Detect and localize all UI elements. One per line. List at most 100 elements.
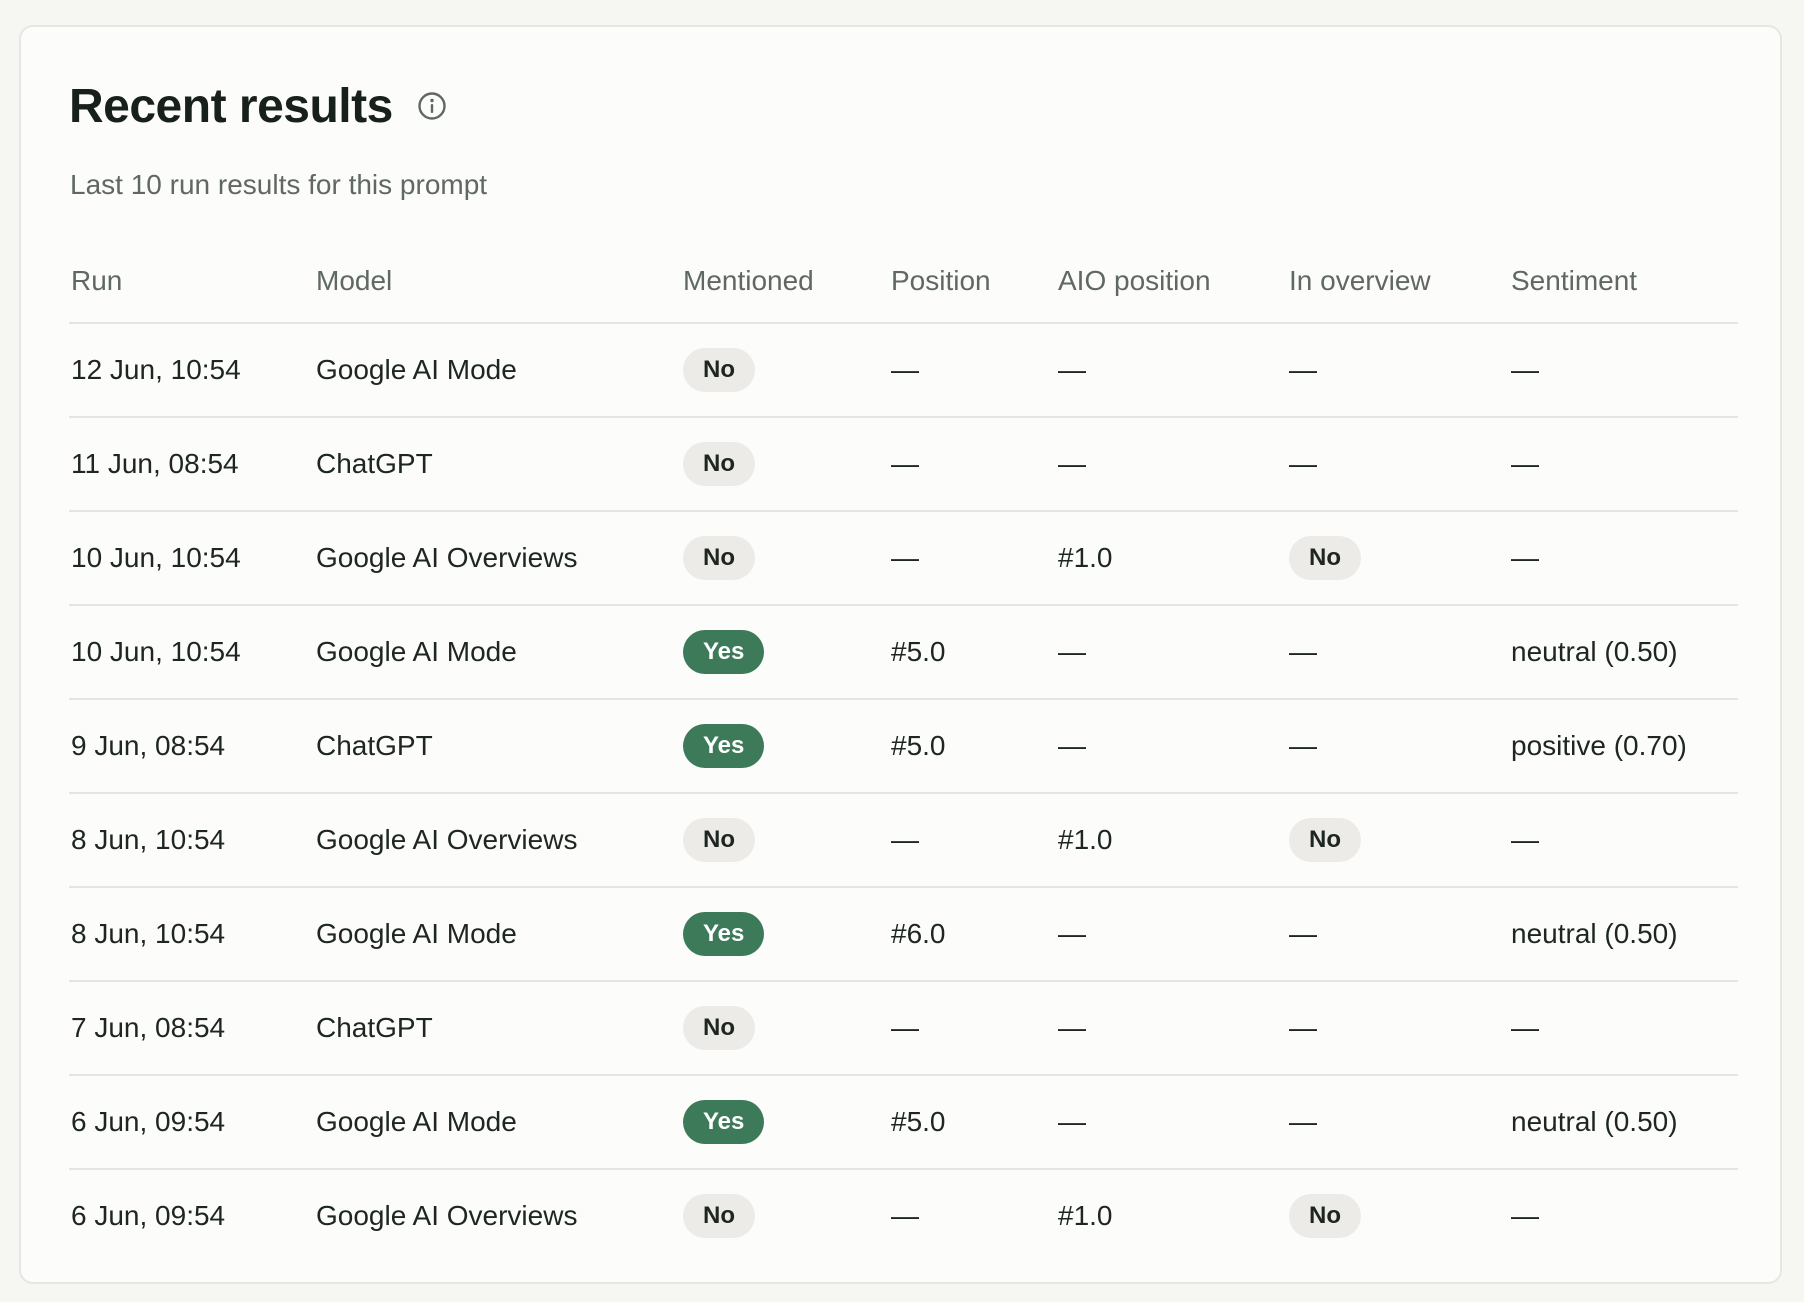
table-row[interactable]: 9 Jun, 08:54 ChatGPT Yes #5.0— — positive (0.… [69, 699, 1738, 794]
position-cell: — [889, 981, 1056, 1076]
in-overview-badge: No [1289, 1194, 1361, 1238]
aio-position-cell: — [1056, 323, 1287, 418]
aio-position-cell: #1.0 [1056, 793, 1287, 888]
in-overview-cell: — [1287, 981, 1509, 1076]
sentiment-cell: — [1509, 511, 1738, 606]
mentioned-cell: Yes [681, 887, 889, 982]
position-cell: — [891, 1200, 919, 1231]
in-overview-cell: — [1287, 887, 1509, 982]
column-header-aio-position[interactable]: AIO position [1056, 239, 1287, 324]
model-cell: Google AI Mode [314, 605, 681, 700]
in-overview-cell: — [1287, 417, 1509, 512]
column-header-run[interactable]: Run [69, 239, 314, 324]
info-icon[interactable] [417, 91, 447, 121]
card-subtitle: Last 10 run results for this prompt [70, 169, 488, 200]
aio-position-cell: — [1056, 981, 1287, 1076]
mentioned-cell: Yes [681, 699, 889, 794]
in-overview-cell: No [1287, 793, 1509, 888]
column-header-sentiment[interactable]: Sentiment [1509, 239, 1738, 324]
in-overview-cell: No [1287, 1169, 1509, 1262]
model-cell: Google AI Overviews [314, 793, 681, 888]
in-overview-cell: — [1287, 323, 1509, 418]
sentiment-cell: positive (0.70) [1509, 699, 1738, 794]
mentioned-cell: Yes [681, 1075, 889, 1170]
aio-position-cell: — [1056, 1075, 1287, 1170]
mentioned-cell: No [681, 417, 889, 512]
mentioned-cell: No [681, 323, 889, 418]
table-row[interactable]: 10 Jun, 10:54 Google AI Overviews No — #1.0 N… [69, 511, 1738, 606]
run-cell: 10 Jun, 10:54 [69, 511, 314, 606]
model-cell: Google AI Mode [314, 323, 681, 418]
table-row[interactable]: 10 Jun, 10:54 Google AI Mode Yes #5.0— — neut… [69, 605, 1738, 700]
run-cell: 8 Jun, 10:54 [69, 793, 314, 888]
position-cell: — [889, 793, 1056, 888]
mentioned-badge: Yes [683, 1100, 765, 1144]
table-row[interactable]: 7 Jun, 08:54 ChatGPT No — — — — [69, 981, 1738, 1076]
position-cell: — [889, 511, 1056, 606]
mentioned-badge: No [683, 442, 755, 486]
run-cell: 9 Jun, 08:54 [69, 699, 314, 794]
in-overview-cell: — [1287, 605, 1509, 700]
table-row[interactable]: 8 Jun, 10:54 Google AI Mode Yes #6.0— — neutr… [69, 887, 1738, 982]
run-cell: 12 Jun, 10:54 [69, 323, 314, 418]
sentiment-cell: — [1509, 793, 1738, 888]
mentioned-cell: Yes [681, 605, 889, 700]
column-header-mentioned[interactable]: Mentioned [681, 239, 889, 324]
card-header: Recent results [69, 74, 447, 138]
position-cell: #5.0 [889, 1075, 1056, 1170]
position-cell: — [889, 417, 1056, 512]
mentioned-badge: No [683, 818, 755, 862]
mentioned-cell: No [681, 981, 889, 1076]
table-header-row: Run Model Mentioned Position AIO positio… [69, 239, 1738, 324]
mentioned-cell: No [681, 793, 889, 888]
mentioned-badge: No [683, 536, 755, 580]
results-table: Run Model Mentioned Position AIO positio… [69, 239, 1738, 1262]
model-cell: Google AI Mode [314, 887, 681, 982]
table-row[interactable]: 11 Jun, 08:54 ChatGPT No — — — — [69, 417, 1738, 512]
mentioned-badge: Yes [683, 630, 765, 674]
in-overview-cell: No [1287, 511, 1509, 606]
table-row[interactable]: 8 Jun, 10:54 Google AI Overviews No — #1.0 No… [69, 793, 1738, 888]
aio-position-cell: — [1056, 887, 1287, 982]
column-header-in-overview[interactable]: In overview [1287, 239, 1509, 324]
mentioned-badge: Yes [683, 912, 765, 956]
aio-position-cell: — [1056, 417, 1287, 512]
recent-results-card: Recent results Last 10 run results for t… [19, 25, 1782, 1284]
position-cell: #6.0 [889, 887, 1056, 982]
aio-position-cell: — [1056, 605, 1287, 700]
table-row[interactable]: 12 Jun, 10:54 Google AI Mode No — — — — [69, 323, 1738, 418]
run-cell: 6 Jun, 09:54 [69, 1075, 314, 1170]
sentiment-cell: neutral (0.50) [1509, 605, 1738, 700]
model-cell: Google AI Overviews [316, 1200, 578, 1231]
sentiment-cell: neutral (0.50) [1509, 887, 1738, 982]
position-cell: — [889, 323, 1056, 418]
in-overview-cell: — [1287, 1075, 1509, 1170]
in-overview-badge: No [1289, 818, 1361, 862]
sentiment-cell: — [1509, 323, 1738, 418]
column-header-position[interactable]: Position [889, 239, 1056, 324]
run-cell: 11 Jun, 08:54 [69, 417, 314, 512]
mentioned-cell: No [681, 1169, 889, 1262]
mentioned-badge: No [683, 348, 755, 392]
run-cell: 7 Jun, 08:54 [69, 981, 314, 1076]
model-cell: ChatGPT [314, 981, 681, 1076]
table-row[interactable]: 6 Jun, 09:54 Google AI Mode Yes #5.0— — neutr… [69, 1075, 1738, 1170]
card-title: Recent results [69, 79, 393, 133]
sentiment-cell: neutral (0.50) [1509, 1075, 1738, 1170]
run-cell: 10 Jun, 10:54 [69, 605, 314, 700]
mentioned-cell: No [681, 511, 889, 606]
mentioned-badge: No [683, 1006, 755, 1050]
table-row[interactable]: 6 Jun, 09:54 Google AI Overviews No — #1.0 No… [69, 1169, 1738, 1262]
position-cell: #5.0 [889, 605, 1056, 700]
model-cell: Google AI Mode [314, 1075, 681, 1170]
sentiment-cell: — [1509, 417, 1738, 512]
aio-position-cell: #1.0 [1056, 511, 1287, 606]
aio-position-cell: — [1056, 699, 1287, 794]
run-cell: 6 Jun, 09:54 [71, 1200, 226, 1231]
mentioned-badge: No [683, 1194, 755, 1238]
in-overview-cell: — [1287, 699, 1509, 794]
table-body: 12 Jun, 10:54 Google AI Mode No — — — —11 Jun,… [69, 323, 1738, 1262]
column-header-model[interactable]: Model [314, 239, 681, 324]
position-cell: #5.0 [889, 699, 1056, 794]
in-overview-badge: No [1289, 536, 1361, 580]
